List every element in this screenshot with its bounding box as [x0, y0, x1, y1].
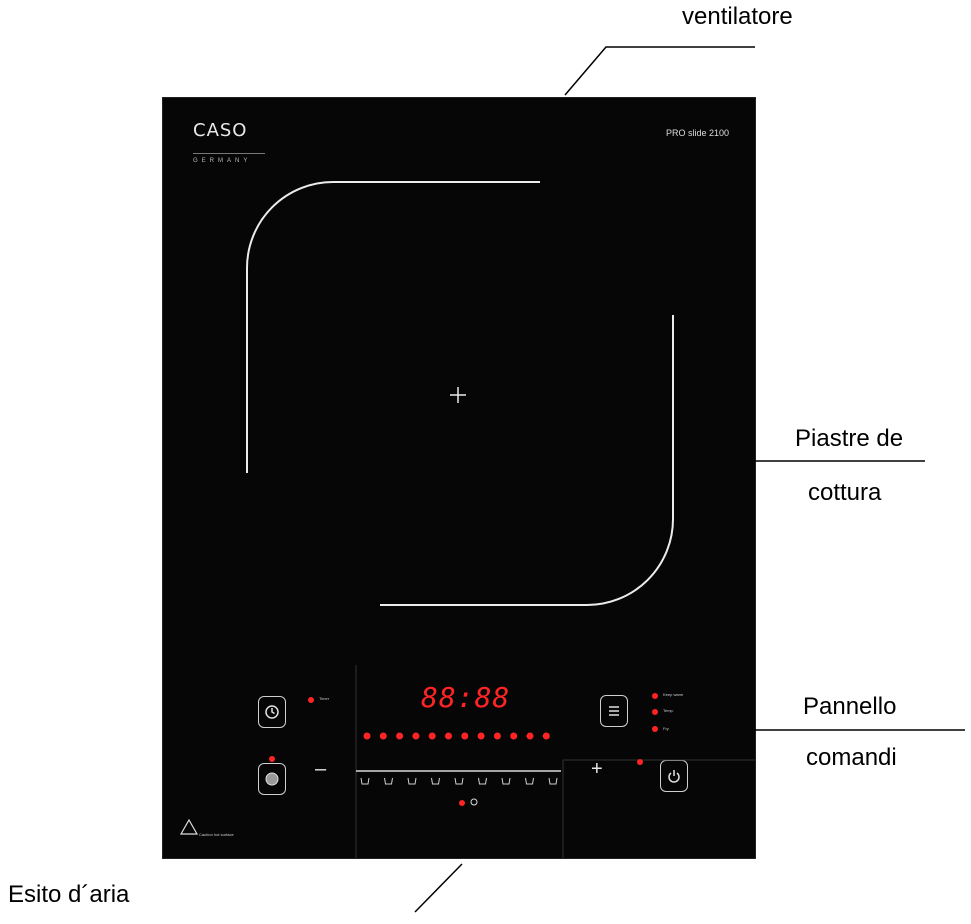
power-level-icon[interactable]	[454, 777, 464, 785]
leader-line-esito-aria	[414, 863, 463, 913]
power-level-icon[interactable]	[431, 777, 440, 785]
power-level-icon[interactable]	[384, 777, 393, 785]
power-level-led	[542, 732, 550, 740]
boost-led	[269, 756, 275, 762]
power-level-led	[510, 732, 518, 740]
power-level-icon[interactable]	[407, 777, 417, 785]
level-led-row	[363, 732, 550, 740]
power-level-icon[interactable]	[360, 777, 370, 785]
power-led	[637, 759, 643, 765]
power-level-icon[interactable]	[525, 777, 534, 785]
level-icon-row	[360, 777, 558, 785]
keep-warm-led	[652, 693, 658, 699]
lock-icon[interactable]	[470, 798, 478, 806]
power-level-led	[493, 732, 501, 740]
power-level-led	[445, 732, 452, 740]
power-level-icon[interactable]	[478, 777, 487, 785]
hot-surface-warning-icon	[179, 818, 199, 835]
leader-line-ventilatore	[564, 46, 755, 96]
power-level-led	[428, 732, 436, 740]
power-level-icon[interactable]	[501, 777, 511, 785]
power-level-led	[363, 732, 371, 740]
center-mark	[450, 387, 466, 403]
power-level-icon[interactable]	[548, 777, 558, 785]
power-level-led	[526, 732, 534, 740]
control-panel-frame	[355, 665, 755, 858]
fry-led	[652, 726, 658, 732]
power-level-led	[461, 732, 469, 740]
power-level-led	[396, 732, 404, 740]
power-level-led	[379, 732, 387, 740]
lock-led	[459, 800, 465, 806]
diagram-overlay	[179, 46, 965, 913]
cooking-zone-bottom-right-arc	[380, 315, 674, 606]
power-level-led	[477, 732, 485, 740]
cooking-zone-top-left-arc	[246, 181, 540, 473]
timer-indicator-led	[308, 697, 314, 703]
power-level-led	[412, 732, 420, 740]
temp-led	[652, 709, 658, 715]
